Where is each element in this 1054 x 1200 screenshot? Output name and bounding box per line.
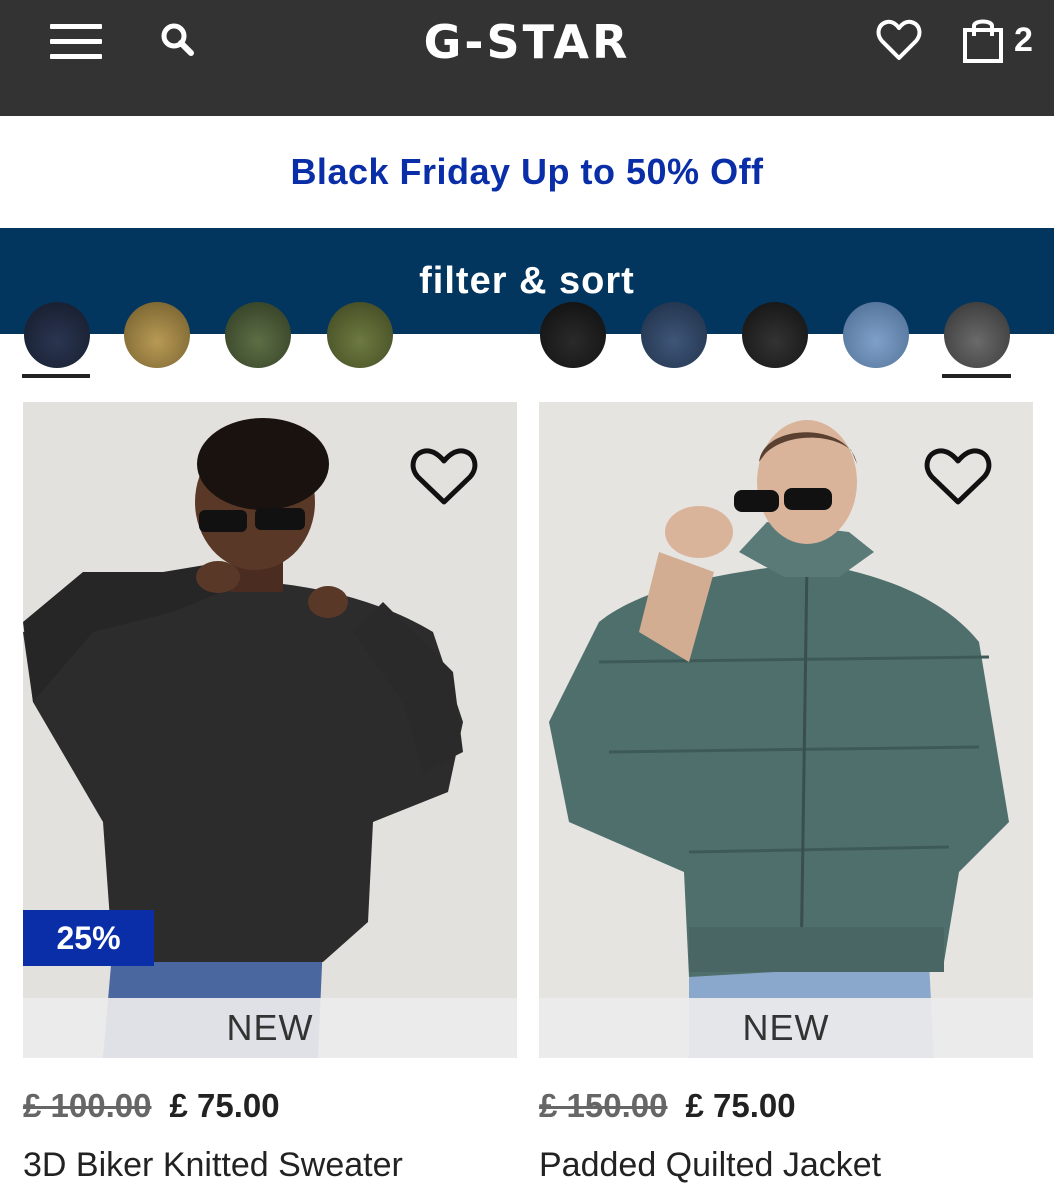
selected-swatch-indicator [22,374,90,378]
bag-count-badge: 2 [1014,21,1033,59]
color-swatch-khaki[interactable] [124,302,190,368]
discount-badge: 25% [23,910,154,966]
product-name[interactable]: Padded Quilted Jacket [539,1146,881,1185]
top-navigation-bar: G-STAR 2 [0,0,1054,116]
color-swatch-light-blue[interactable] [843,302,909,368]
add-to-wishlist-heart-icon[interactable] [409,446,479,508]
product-card[interactable]: 25% NEW [23,402,517,1058]
sale-price: £ 75.00 [169,1087,280,1124]
add-to-wishlist-heart-icon[interactable] [923,446,993,508]
promo-banner[interactable]: Black Friday Up to 50% Off [0,116,1054,228]
brand-logo[interactable]: G-STAR [380,12,674,72]
color-swatch-dark-grey[interactable] [742,302,808,368]
new-badge: NEW [23,998,517,1058]
color-swatch-black[interactable] [540,302,606,368]
product-name[interactable]: 3D Biker Knitted Sweater [23,1146,403,1185]
filter-sort-label: filter & sort [419,259,635,302]
color-swatch-olive[interactable] [225,302,291,368]
price-row: £ 150.00 £ 75.00 [539,1084,796,1128]
color-swatch-navy[interactable] [24,302,90,368]
selected-swatch-indicator [942,374,1011,378]
color-swatch-green[interactable] [327,302,393,368]
original-price: £ 100.00 [23,1087,152,1124]
menu-icon[interactable] [50,22,102,62]
shopping-bag-icon[interactable] [962,16,1004,64]
new-badge: NEW [539,998,1033,1058]
color-swatch-denim[interactable] [641,302,707,368]
wishlist-heart-icon[interactable] [876,18,922,62]
search-icon[interactable] [158,20,198,60]
original-price: £ 150.00 [539,1087,668,1124]
product-card[interactable]: NEW [539,402,1033,1058]
color-swatch-charcoal[interactable] [944,302,1010,368]
promo-text: Black Friday Up to 50% Off [290,151,764,192]
price-row: £ 100.00 £ 75.00 [23,1084,280,1128]
sale-price: £ 75.00 [685,1087,796,1124]
